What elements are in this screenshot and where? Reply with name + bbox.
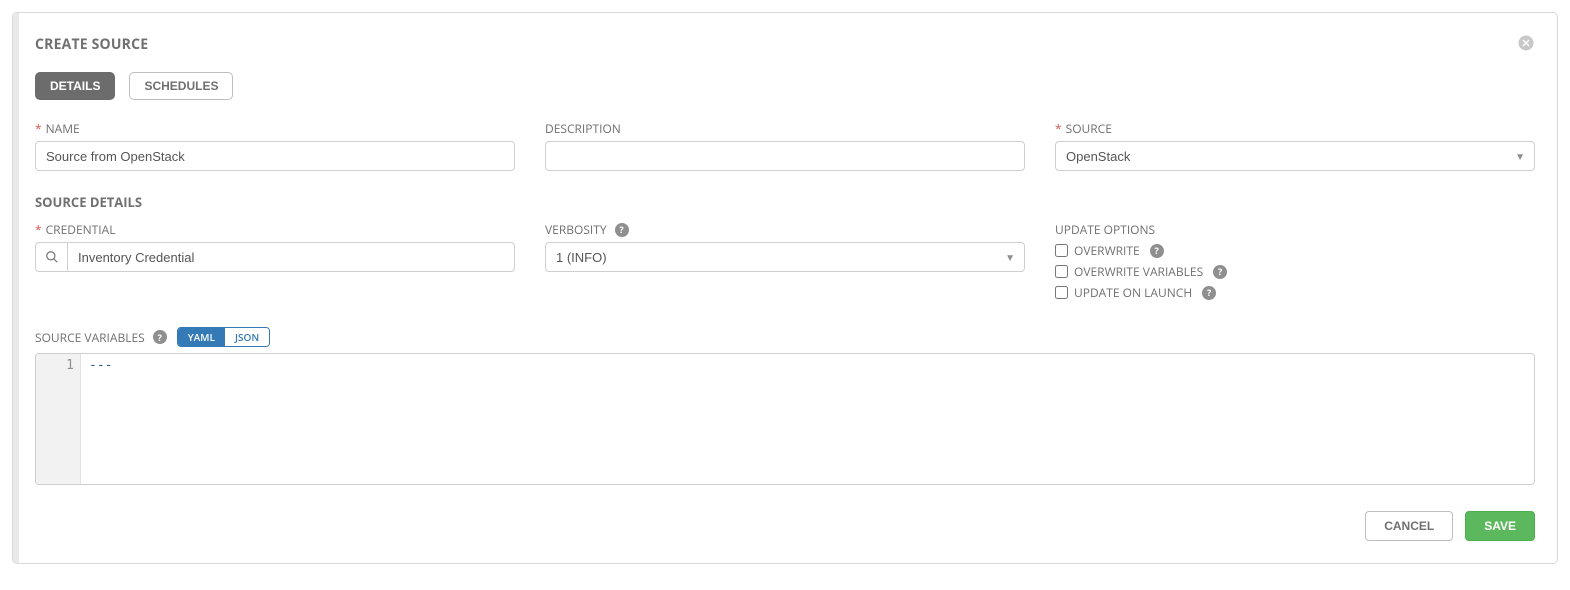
verbosity-field-group: VERBOSITY ? ▼: [545, 221, 1025, 305]
credential-label: * CREDENTIAL: [35, 221, 515, 238]
verbosity-select-wrap: ▼: [545, 242, 1025, 272]
panel-accent: [13, 13, 19, 563]
line-number: 1: [36, 358, 74, 373]
panel-header: CREATE SOURCE: [35, 31, 1535, 58]
source-variables-header: SOURCE VARIABLES ? YAML JSON: [35, 327, 1535, 347]
credential-input-group: [35, 242, 515, 272]
name-input[interactable]: [35, 141, 515, 171]
name-label: * NAME: [35, 120, 515, 137]
source-variables-label-text: SOURCE VARIABLES: [35, 329, 145, 346]
tab-schedules[interactable]: SCHEDULES: [129, 72, 233, 100]
required-star-icon: *: [35, 221, 42, 238]
help-icon[interactable]: ?: [1150, 244, 1164, 258]
tab-details[interactable]: DETAILS: [35, 72, 115, 100]
help-icon[interactable]: ?: [615, 223, 629, 237]
source-select[interactable]: [1055, 141, 1535, 171]
verbosity-label: VERBOSITY ?: [545, 221, 1025, 238]
source-variables-label: SOURCE VARIABLES ?: [35, 329, 167, 346]
required-star-icon: *: [1055, 120, 1062, 137]
credential-search-button[interactable]: [35, 242, 67, 272]
description-field-group: DESCRIPTION: [545, 120, 1025, 171]
description-label: DESCRIPTION: [545, 120, 1025, 137]
update-on-launch-label: UPDATE ON LAUNCH: [1074, 284, 1192, 301]
update-on-launch-checkbox[interactable]: [1055, 286, 1068, 299]
search-icon: [45, 250, 59, 264]
source-details-heading: SOURCE DETAILS: [35, 193, 1535, 211]
tab-bar: DETAILS SCHEDULES: [35, 72, 1535, 100]
credential-field-group: * CREDENTIAL: [35, 221, 515, 305]
panel-title: CREATE SOURCE: [35, 35, 148, 54]
source-select-wrap: ▼: [1055, 141, 1535, 171]
footer-actions: CANCEL SAVE: [35, 511, 1535, 541]
close-icon[interactable]: [1517, 31, 1535, 58]
name-label-text: NAME: [46, 120, 80, 137]
save-button[interactable]: SAVE: [1465, 511, 1535, 541]
cancel-button[interactable]: CANCEL: [1365, 511, 1453, 541]
name-field-group: * NAME: [35, 120, 515, 171]
description-input[interactable]: [545, 141, 1025, 171]
overwrite-checkbox[interactable]: [1055, 244, 1068, 257]
verbosity-label-text: VERBOSITY: [545, 221, 607, 238]
source-variables-editor: 1 ---: [35, 353, 1535, 485]
required-star-icon: *: [35, 120, 42, 137]
credential-input[interactable]: [67, 242, 515, 272]
help-icon[interactable]: ?: [1213, 265, 1227, 279]
source-label-text: SOURCE: [1066, 120, 1112, 137]
overwrite-vars-label: OVERWRITE VARIABLES: [1074, 263, 1203, 280]
toggle-yaml[interactable]: YAML: [178, 328, 225, 346]
overwrite-vars-checkbox[interactable]: [1055, 265, 1068, 278]
editor-body[interactable]: ---: [81, 354, 1534, 484]
toggle-json[interactable]: JSON: [225, 328, 269, 346]
overwrite-label: OVERWRITE: [1074, 242, 1140, 259]
source-field-group: * SOURCE ▼: [1055, 120, 1535, 171]
format-toggle: YAML JSON: [177, 327, 270, 347]
verbosity-select[interactable]: [545, 242, 1025, 272]
overwrite-option: OVERWRITE ?: [1055, 242, 1535, 259]
update-options-group: UPDATE OPTIONS OVERWRITE ? OVERWRITE VAR…: [1055, 221, 1535, 305]
editor-gutter: 1: [36, 354, 81, 484]
create-source-panel: CREATE SOURCE DETAILS SCHEDULES * NAME D…: [12, 12, 1558, 564]
source-label: * SOURCE: [1055, 120, 1535, 137]
update-options-label: UPDATE OPTIONS: [1055, 221, 1535, 238]
credential-label-text: CREDENTIAL: [46, 221, 116, 238]
help-icon[interactable]: ?: [1202, 286, 1216, 300]
primary-fields-row: * NAME DESCRIPTION * SOURCE ▼: [35, 120, 1535, 171]
details-row: * CREDENTIAL VERBOSITY ? ▼ UPDATE OPTION…: [35, 221, 1535, 305]
help-icon[interactable]: ?: [153, 330, 167, 344]
overwrite-vars-option: OVERWRITE VARIABLES ?: [1055, 263, 1535, 280]
update-on-launch-option: UPDATE ON LAUNCH ?: [1055, 284, 1535, 301]
